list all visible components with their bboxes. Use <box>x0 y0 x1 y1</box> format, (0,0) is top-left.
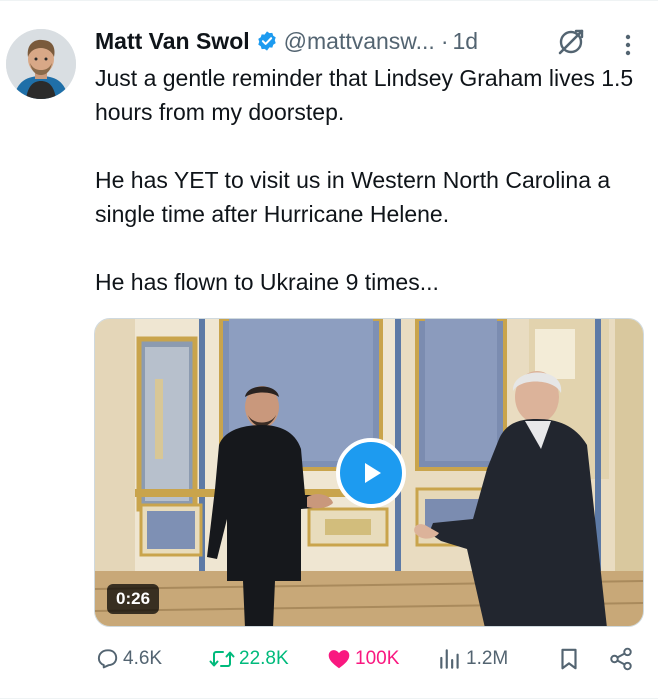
separator-dot: · <box>440 27 449 54</box>
play-button[interactable] <box>336 438 406 508</box>
bookmark-button[interactable] <box>556 642 582 676</box>
like-button[interactable]: 100K <box>326 642 399 676</box>
reply-count: 4.6K <box>123 648 163 669</box>
play-icon <box>365 463 381 483</box>
view-count: 1.2M <box>466 648 509 669</box>
tweet-header: Matt Van Swol @mattvansw... · 1d <box>95 25 478 57</box>
share-button[interactable] <box>608 642 634 676</box>
tweet-paragraph: He has YET to visit us in Western North … <box>95 167 611 227</box>
bookmark-icon <box>561 648 577 670</box>
tweet-paragraph: He has flown to Ukraine 9 times... <box>95 269 439 295</box>
timestamp[interactable]: 1d <box>453 28 479 55</box>
author-handle[interactable]: @mattvansw... <box>284 28 435 55</box>
display-name[interactable]: Matt Van Swol <box>95 28 250 55</box>
retweet-icon <box>209 651 235 667</box>
views-button[interactable]: 1.2M <box>437 642 508 676</box>
avatar[interactable] <box>6 29 76 99</box>
tweet-text: Just a gentle reminder that Lindsey Grah… <box>95 61 650 299</box>
video-duration: 0:26 <box>107 584 160 614</box>
grok-icon[interactable] <box>556 27 586 57</box>
views-icon <box>440 649 459 669</box>
heart-icon <box>328 650 350 669</box>
retweet-count: 22.8K <box>239 648 289 669</box>
verified-badge-icon <box>256 30 278 52</box>
reply-button[interactable]: 4.6K <box>94 642 162 676</box>
video-player[interactable]: 0:26 <box>94 318 644 627</box>
like-count: 100K <box>355 648 400 669</box>
more-vertical-icon[interactable] <box>618 31 638 59</box>
tweet-actions: 4.6K 22.8K 100K 1.2M <box>94 642 642 676</box>
retweet-button[interactable]: 22.8K <box>208 642 289 676</box>
tweet-card[interactable]: Matt Van Swol @mattvansw... · 1d Just a … <box>0 0 658 699</box>
tweet-paragraph: Just a gentle reminder that Lindsey Grah… <box>95 65 634 125</box>
share-icon <box>610 647 632 671</box>
reply-icon <box>97 649 118 669</box>
